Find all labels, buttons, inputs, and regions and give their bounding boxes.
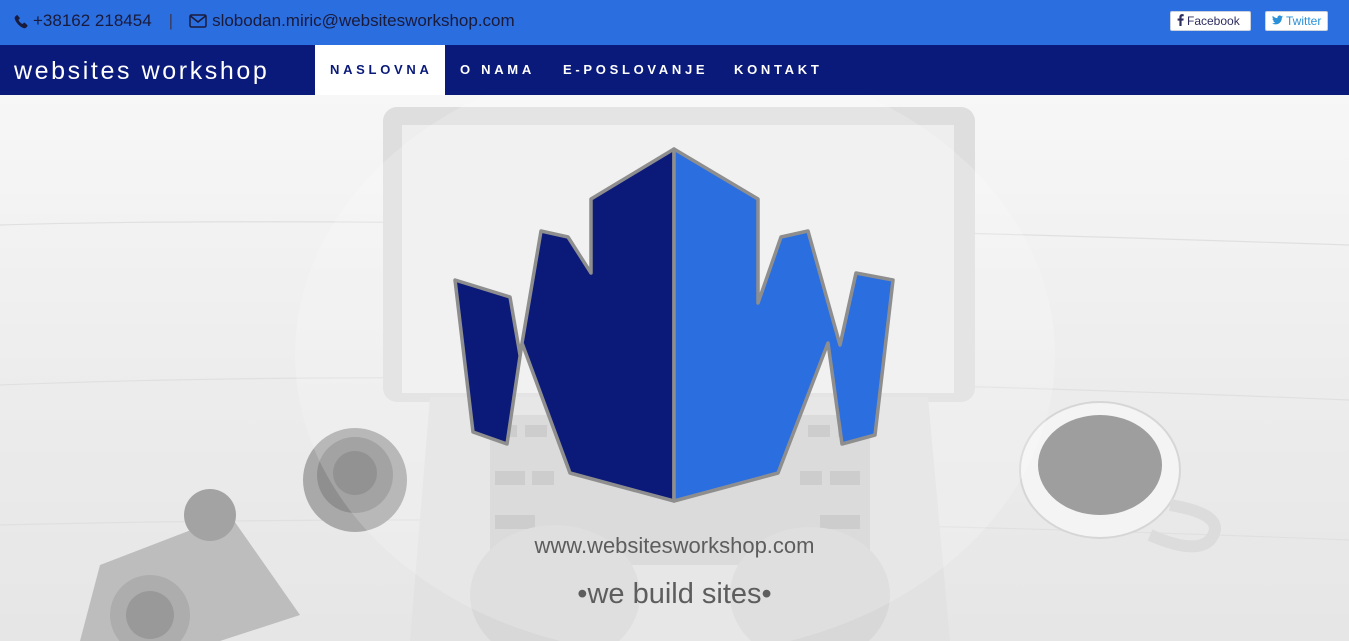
site-brand[interactable]: websites workshop (14, 57, 269, 86)
twitter-label: Twitter (1286, 14, 1322, 28)
phone-icon (14, 14, 29, 29)
nav-item-e-poslovanje[interactable]: E-POSLOVANJE (563, 45, 708, 95)
twitter-icon (1272, 14, 1286, 28)
top-contact-bar: +38162 218454 | slobodan.miric@websitesw… (0, 0, 1349, 45)
contact-separator: | (168, 11, 174, 30)
facebook-icon (1177, 13, 1187, 29)
hero-tagline: •we build sites• (577, 578, 772, 610)
hero-section: www.websitesworkshop.com •we build sites… (0, 95, 1349, 641)
facebook-button[interactable]: Facebook (1170, 11, 1251, 31)
nav-item-o-nama[interactable]: O NAMA (460, 45, 535, 95)
email-address[interactable]: slobodan.miric@websitesworkshop.com (212, 11, 515, 31)
twitter-button[interactable]: Twitter (1265, 11, 1328, 31)
hero-url-text: www.websitesworkshop.com (534, 533, 815, 558)
facebook-label: Facebook (1187, 14, 1240, 28)
phone-number[interactable]: +38162 218454 (33, 11, 152, 31)
contact-info: +38162 218454 | slobodan.miric@websitesw… (14, 11, 515, 31)
nav-item-naslovna[interactable]: NASLOVNA (315, 45, 445, 95)
main-navbar: websites workshop NASLOVNA O NAMA E-POSL… (0, 45, 1349, 95)
websites-workshop-logo (453, 147, 895, 503)
envelope-icon (189, 14, 207, 28)
nav-item-kontakt[interactable]: KONTAKT (734, 45, 822, 95)
